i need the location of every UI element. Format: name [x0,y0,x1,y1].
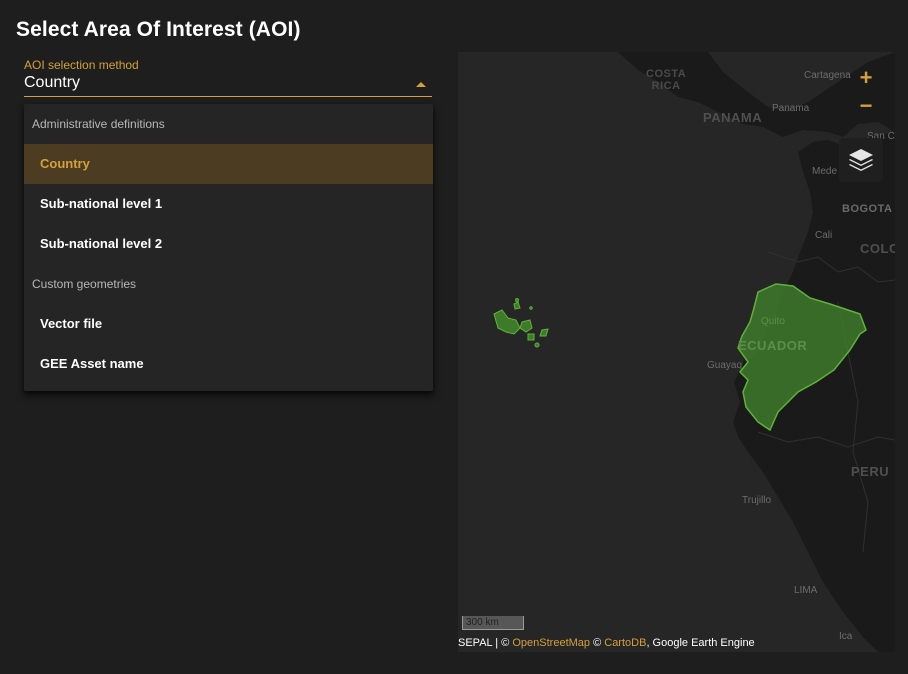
map-label-quito: Quito [761,316,785,327]
map-label-colombia: COLO [860,241,895,256]
map-label-panama: PANAMA [703,110,763,125]
map-attribution: SEPAL | © OpenStreetMap © CartoDB, Googl… [458,635,755,651]
zoom-in-button[interactable]: + [851,64,881,92]
menu-item-gee-asset[interactable]: GEE Asset name [24,344,433,384]
map-label-cartagena: Cartagena [804,70,851,81]
basemap [458,52,895,652]
map-label-guayaquil: Guayaq [707,360,743,371]
map-view[interactable]: COSTA RICA PANAMA Panama Cartagena San C… [458,52,895,652]
osm-link[interactable]: OpenStreetMap [512,637,590,649]
aoi-method-label: AOI selection method [24,58,139,72]
map-label-ica: Ica [839,631,853,642]
zoom-out-button[interactable]: − [851,92,881,120]
caret-up-icon [416,82,426,87]
menu-item-vector-file[interactable]: Vector file [24,304,433,344]
menu-item-subnational-1[interactable]: Sub-national level 1 [24,184,433,224]
attribution-prefix: SEPAL | © [458,637,513,649]
menu-subheader-administrative: Administrative definitions [32,117,165,131]
menu-item-country[interactable]: Country [24,144,433,184]
map-label-cali: Cali [815,230,833,241]
map-label-ecuador: ECUADOR [738,338,808,353]
map-label-costa-rica: COSTA RICA [646,68,687,92]
map-label-panama-city: Panama [772,103,810,114]
aoi-method-select[interactable]: AOI selection method Country [24,57,432,97]
scale-bar: 300 km [462,616,524,630]
aoi-method-dropdown-menu: Administrative definitions Country Sub-n… [24,104,433,391]
cartodb-link[interactable]: CartoDB [604,637,646,649]
map-label-trujillo: Trujillo [742,495,772,506]
map-label-peru: PERU [851,464,890,479]
layers-icon [849,149,873,171]
menu-subheader-custom: Custom geometries [32,277,137,291]
page-title: Select Area Of Interest (AOI) [16,18,301,41]
attribution-suffix: , Google Earth Engine [646,637,755,649]
attribution-mid: © [590,637,605,649]
layers-button[interactable] [839,138,883,182]
aoi-method-value: Country [24,74,81,91]
map-label-medellin: Mede [812,166,838,177]
menu-item-subnational-2[interactable]: Sub-national level 2 [24,224,433,264]
map-label-bogota: BOGOTA [842,203,893,215]
map-label-lima: LIMA [794,585,818,596]
